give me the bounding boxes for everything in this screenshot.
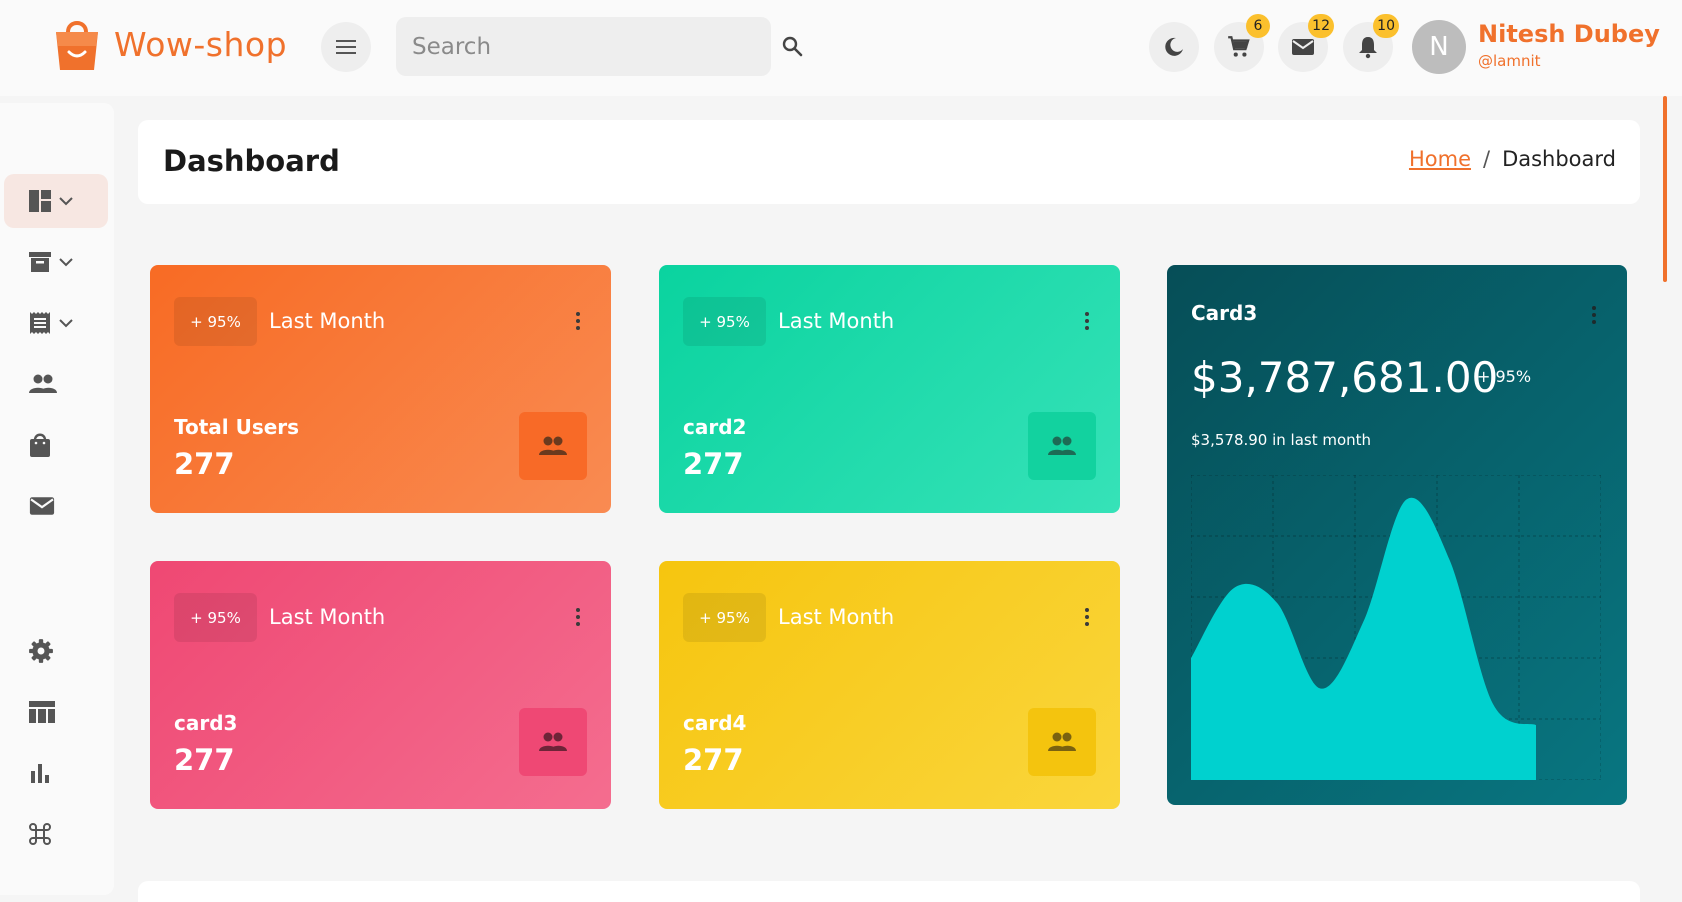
bottom-panel <box>138 881 1640 902</box>
shopping-bag-logo-icon <box>56 21 98 70</box>
settings-icon <box>29 639 53 663</box>
user-avatar[interactable]: N <box>1412 20 1466 74</box>
revenue-area-chart <box>1191 475 1601 780</box>
revenue-amount: $3,787,681.00 <box>1191 353 1499 402</box>
card-value: 277 <box>174 447 235 481</box>
page-title-bar: Dashboard Home / Dashboard <box>138 120 1640 204</box>
users-icon <box>1048 732 1076 751</box>
period-label: Last Month <box>778 309 895 333</box>
page-scrollbar[interactable] <box>1663 96 1667 282</box>
cart-count-badge: 6 <box>1246 14 1270 38</box>
stat-card-card3: + 95% Last Month card3 277 <box>150 561 611 809</box>
chevron-down-icon <box>59 319 73 328</box>
card-label: Total Users <box>174 415 300 439</box>
mail-button[interactable]: 12 <box>1278 14 1334 72</box>
revenue-growth: + 95% <box>1477 367 1532 386</box>
stat-card-card4: + 95% Last Month card4 277 <box>659 561 1120 809</box>
search-icon[interactable] <box>780 34 804 58</box>
card-icon-box <box>1028 412 1096 480</box>
search-input[interactable] <box>396 17 771 76</box>
cart-button[interactable]: 6 <box>1214 14 1270 72</box>
sidebar-item-shop[interactable] <box>4 418 108 472</box>
page-title: Dashboard <box>163 144 340 178</box>
brand-name: Wow-shop <box>114 24 288 64</box>
hamburger-icon <box>336 40 356 54</box>
mail-icon <box>29 497 55 515</box>
sidebar-item-charts[interactable] <box>4 746 108 800</box>
bell-icon <box>1359 37 1377 59</box>
users-icon <box>539 732 567 751</box>
command-icon <box>29 823 51 845</box>
area-series <box>1191 497 1536 780</box>
chevron-down-icon <box>59 197 73 206</box>
menu-toggle-button[interactable] <box>321 22 371 72</box>
users-icon <box>29 374 57 393</box>
cart-icon <box>1228 36 1250 57</box>
sidebar-item-command[interactable] <box>4 807 108 861</box>
sidebar-item-dashboard[interactable] <box>4 174 108 228</box>
sidebar <box>0 103 114 895</box>
card-icon-box <box>1028 708 1096 776</box>
breadcrumb-home-link[interactable]: Home <box>1409 147 1471 171</box>
card-icon-box <box>519 708 587 776</box>
shopping-bag-icon <box>30 433 50 457</box>
notification-button[interactable]: 10 <box>1343 14 1399 72</box>
growth-chip: + 95% <box>174 297 257 346</box>
sidebar-item-settings[interactable] <box>4 624 108 678</box>
mail-icon <box>1292 39 1314 55</box>
sidebar-item-receipts[interactable] <box>4 296 108 350</box>
stat-card-card2: + 95% Last Month card2 277 <box>659 265 1120 513</box>
table-icon <box>29 701 55 723</box>
receipt-icon <box>30 312 50 334</box>
moon-icon <box>1165 37 1183 56</box>
period-label: Last Month <box>269 309 386 333</box>
growth-chip: + 95% <box>683 593 766 642</box>
more-vert-icon[interactable] <box>1084 311 1090 331</box>
growth-chip: + 95% <box>683 297 766 346</box>
card-value: 277 <box>174 743 235 777</box>
sidebar-item-users[interactable] <box>4 357 108 411</box>
breadcrumb-separator: / <box>1482 147 1491 171</box>
sidebar-item-tables[interactable] <box>4 685 108 739</box>
card-label: card2 <box>683 415 747 439</box>
breadcrumb: Home / Dashboard <box>1409 147 1616 171</box>
revenue-subtitle: $3,578.90 in last month <box>1191 431 1372 449</box>
sidebar-item-mail[interactable] <box>4 479 108 533</box>
archive-icon <box>29 252 51 272</box>
card-label: card3 <box>174 711 238 735</box>
period-label: Last Month <box>269 605 386 629</box>
card-label: card4 <box>683 711 747 735</box>
card-value: 277 <box>683 447 744 481</box>
breadcrumb-current: Dashboard <box>1502 147 1616 171</box>
more-vert-icon[interactable] <box>1591 305 1597 325</box>
more-vert-icon[interactable] <box>1084 607 1090 627</box>
bar-chart-icon <box>31 764 49 783</box>
more-vert-icon[interactable] <box>575 311 581 331</box>
revenue-card: Card3 $3,787,681.00 + 95% $3,578.90 in l… <box>1167 265 1627 805</box>
users-icon <box>539 436 567 455</box>
revenue-card-title: Card3 <box>1191 301 1258 325</box>
user-name[interactable]: Nitesh Dubey <box>1478 20 1660 48</box>
user-handle: @lamnit <box>1478 52 1541 70</box>
growth-chip: + 95% <box>174 593 257 642</box>
dashboard-icon <box>29 190 51 212</box>
stat-card-total-users: + 95% Last Month Total Users 277 <box>150 265 611 513</box>
period-label: Last Month <box>778 605 895 629</box>
sidebar-item-archive[interactable] <box>4 235 108 289</box>
notification-count-badge: 10 <box>1373 14 1399 38</box>
brand-logo[interactable]: Wow-shop <box>52 16 287 72</box>
top-header: Wow-shop 6 12 <box>0 0 1682 96</box>
mail-count-badge: 12 <box>1308 14 1334 38</box>
theme-toggle-button[interactable] <box>1149 22 1199 72</box>
chevron-down-icon <box>59 258 73 267</box>
more-vert-icon[interactable] <box>575 607 581 627</box>
card-icon-box <box>519 412 587 480</box>
users-icon <box>1048 436 1076 455</box>
card-value: 277 <box>683 743 744 777</box>
